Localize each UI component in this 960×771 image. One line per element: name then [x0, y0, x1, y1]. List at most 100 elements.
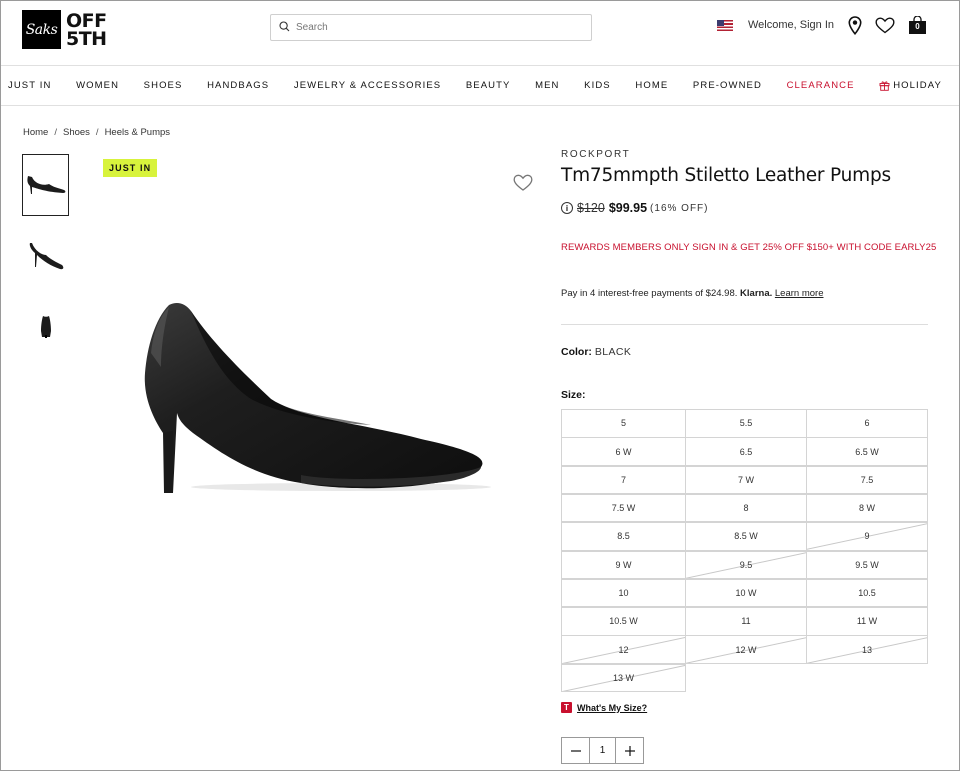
store-locator-icon[interactable] — [848, 15, 862, 35]
nav-shoes[interactable]: SHOES — [144, 80, 183, 91]
size-option-label: 13 — [861, 644, 872, 655]
size-option-label: 6.5 W — [855, 446, 879, 457]
gift-icon — [879, 80, 890, 91]
size-option[interactable]: 6.5 W — [806, 437, 928, 466]
size-option-label: 10.5 W — [609, 616, 638, 627]
nav-just-in[interactable]: JUST IN — [8, 80, 51, 91]
color-value: BLACK — [594, 346, 632, 358]
decrease-quantity-button[interactable] — [562, 738, 589, 763]
search-bar[interactable] — [270, 14, 592, 41]
rewards-promo: REWARDS MEMBERS ONLY SIGN IN & GET 25% O… — [561, 242, 937, 253]
quantity-value[interactable]: 1 — [589, 738, 616, 763]
nav-jewelry-accessories[interactable]: JEWELRY & ACCESSORIES — [294, 80, 441, 91]
logo-text: OFF 5TH — [66, 9, 107, 50]
size-option-label: 8 W — [858, 503, 875, 514]
size-option[interactable]: 12 W — [685, 635, 807, 664]
search-input[interactable] — [296, 22, 576, 33]
size-option[interactable]: 5 — [561, 409, 686, 438]
size-option-label: 5.5 — [739, 418, 753, 429]
size-option[interactable]: 8 W — [806, 493, 928, 523]
nav-handbags[interactable]: HANDBAGS — [207, 80, 269, 91]
size-option[interactable]: 7.5 — [806, 465, 928, 495]
size-option[interactable]: 9 — [806, 522, 928, 551]
breadcrumb: Home / Shoes / Heels & Pumps — [23, 127, 171, 138]
size-option[interactable]: 9.5 — [685, 550, 807, 579]
true-fit-icon: T — [561, 702, 572, 713]
quantity-stepper[interactable]: 1 — [561, 737, 644, 764]
us-flag-icon[interactable] — [717, 19, 733, 31]
logo-mark: Saks — [22, 10, 61, 49]
whats-my-size-link[interactable]: What's My Size? — [577, 703, 647, 713]
info-icon[interactable]: i — [561, 202, 573, 214]
price-block: i $120 $99.95 (16% OFF) — [561, 201, 709, 215]
size-option[interactable]: 6 — [806, 409, 928, 438]
size-option-label: 5 — [620, 418, 626, 429]
nav-men[interactable]: MEN — [535, 80, 559, 91]
size-option-label: 9 — [864, 531, 870, 542]
original-price: $120 — [577, 201, 605, 215]
size-option[interactable]: 9 W — [561, 550, 686, 579]
size-option-label: 7.5 — [860, 474, 874, 485]
size-option[interactable]: 10 — [561, 578, 686, 608]
sign-in-link[interactable]: Welcome, Sign In — [748, 19, 834, 31]
nav-women[interactable]: WOMEN — [76, 80, 119, 91]
product-thumbnail-1[interactable] — [22, 154, 69, 216]
nav-pre-owned[interactable]: PRE-OWNED — [693, 80, 762, 91]
size-option[interactable]: 6.5 — [685, 437, 807, 466]
whats-my-size[interactable]: T What's My Size? — [561, 702, 647, 713]
size-option[interactable]: 10 W — [685, 578, 807, 608]
size-option-label: 6 — [864, 418, 870, 429]
size-option[interactable]: 5.5 — [685, 409, 807, 438]
product-brand[interactable]: ROCKPORT — [561, 149, 630, 160]
size-option[interactable]: 10.5 — [806, 578, 928, 608]
size-option[interactable]: 7 W — [685, 465, 807, 495]
size-option[interactable]: 8 — [685, 493, 807, 523]
size-option-label: 12 — [618, 644, 629, 655]
product-thumbnail-2[interactable] — [22, 225, 69, 287]
size-option[interactable]: 9.5 W — [806, 550, 928, 579]
size-label: Size: — [561, 389, 586, 401]
nav-home[interactable]: HOME — [635, 80, 668, 91]
size-option[interactable]: 11 W — [806, 607, 928, 636]
size-option-label: 9.5 W — [855, 559, 879, 570]
product-main-image — [131, 293, 491, 503]
size-option[interactable]: 12 — [561, 635, 686, 664]
size-option-label: 7 — [620, 474, 626, 485]
nav-kids[interactable]: KIDS — [584, 80, 611, 91]
size-option-label: 11 — [741, 616, 751, 627]
divider — [561, 324, 928, 325]
increase-quantity-button[interactable] — [616, 738, 643, 763]
main-nav: JUST IN WOMEN SHOES HANDBAGS JEWELRY & A… — [1, 65, 959, 106]
size-option-label: 13 W — [612, 672, 634, 683]
size-option-label: 12 W — [735, 644, 757, 655]
shopping-bag-icon[interactable]: 0 — [908, 15, 927, 35]
size-option[interactable]: 10.5 W — [561, 607, 686, 636]
size-option[interactable]: 13 W — [561, 663, 686, 693]
size-option[interactable]: 8.5 W — [685, 522, 807, 551]
just-in-badge: JUST IN — [103, 159, 158, 177]
breadcrumb-heels-pumps[interactable]: Heels & Pumps — [105, 127, 170, 138]
product-thumbnail-3[interactable] — [22, 295, 69, 357]
nav-holiday[interactable]: HOLIDAY — [879, 80, 942, 91]
size-option[interactable]: 6 W — [561, 437, 686, 466]
breadcrumb-shoes[interactable]: Shoes — [63, 127, 90, 138]
size-option[interactable]: 11 — [685, 607, 807, 636]
size-option[interactable]: 8.5 — [561, 522, 686, 551]
size-option-label: 8.5 W — [734, 531, 758, 542]
product-title: Tm75mmpth Stiletto Leather Pumps — [561, 165, 891, 186]
size-option-label: 9 W — [615, 559, 632, 570]
wishlist-heart-icon[interactable] — [875, 16, 895, 34]
page: Saks OFF 5TH Welcome, Sign In 0 JUST IN … — [0, 0, 960, 771]
logo-line-1: OFF — [66, 9, 107, 32]
klarna-learn-more-link[interactable]: Learn more — [775, 288, 824, 299]
size-option[interactable]: 13 — [806, 635, 928, 664]
site-logo[interactable]: Saks OFF 5TH — [22, 10, 107, 49]
nav-beauty[interactable]: BEAUTY — [466, 80, 511, 91]
klarna-message: Pay in 4 interest-free payments of $24.9… — [561, 288, 823, 299]
size-option[interactable]: 7.5 W — [561, 493, 686, 523]
size-option[interactable]: 7 — [561, 465, 686, 495]
nav-clearance[interactable]: CLEARANCE — [787, 80, 855, 91]
add-to-wishlist-heart-icon[interactable] — [513, 174, 533, 197]
breadcrumb-home[interactable]: Home — [23, 127, 48, 138]
logo-line-2: 5TH — [66, 27, 107, 50]
